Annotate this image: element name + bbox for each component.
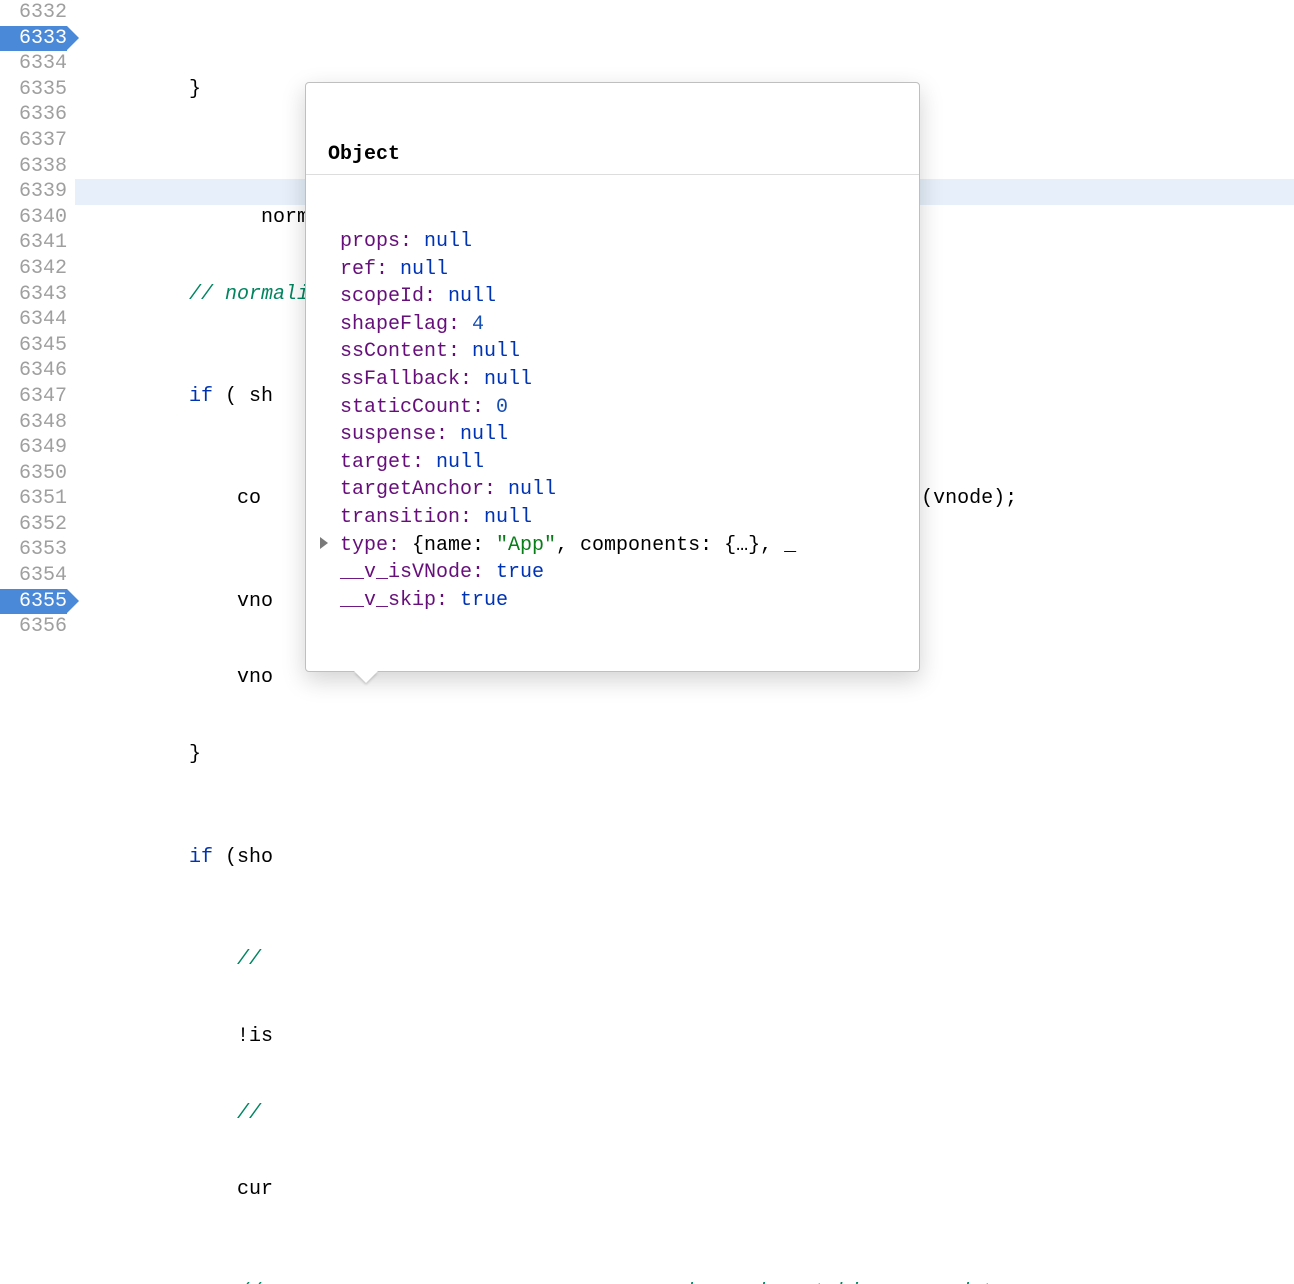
line-number[interactable]: 6349	[0, 435, 67, 461]
popup-property[interactable]: scopeId: null	[306, 283, 919, 311]
property-key: targetAnchor:	[340, 478, 508, 501]
line-number[interactable]: 6348	[0, 410, 67, 436]
code-text: vno	[93, 666, 273, 689]
code-text: !is	[93, 1025, 273, 1048]
line-number[interactable]: 6332	[0, 0, 67, 26]
property-value: 4	[472, 313, 484, 336]
popup-property[interactable]: ssFallback: null	[306, 366, 919, 394]
property-value: null	[400, 258, 448, 281]
code-editor: 6332633363346335633663376338633963406341…	[0, 0, 1294, 642]
expand-icon[interactable]	[320, 537, 328, 549]
debug-value-popup[interactable]: Object props: nullref: nullscopeId: null…	[305, 82, 920, 672]
code-line[interactable]: }	[75, 742, 1294, 768]
line-number[interactable]: 6347	[0, 384, 67, 410]
line-number[interactable]: 6350	[0, 461, 67, 487]
popup-property[interactable]: type: {name: "App", components: {…}, _	[306, 532, 919, 560]
property-value: null	[424, 230, 472, 253]
property-key: transition:	[340, 506, 484, 529]
line-number[interactable]: 6345	[0, 333, 67, 359]
line-number[interactable]: 6355	[0, 589, 67, 615]
code-line[interactable]: //	[75, 947, 1294, 973]
code-line[interactable]: cur	[75, 1177, 1294, 1203]
line-number[interactable]: 6354	[0, 563, 67, 589]
comment: //	[93, 1102, 261, 1125]
property-value: null	[484, 368, 532, 391]
property-value: null	[436, 451, 484, 474]
line-number[interactable]: 6342	[0, 256, 67, 282]
line-number[interactable]: 6352	[0, 512, 67, 538]
property-key: suspense:	[340, 423, 460, 446]
property-key: ssFallback:	[340, 368, 484, 391]
property-key: shapeFlag:	[340, 313, 472, 336]
popup-property[interactable]: staticCount: 0	[306, 394, 919, 422]
keyword: if	[93, 385, 213, 408]
code-line[interactable]: !is	[75, 1024, 1294, 1050]
code-line[interactable]: //	[75, 1101, 1294, 1127]
property-value: true	[496, 561, 544, 584]
property-key: staticCount:	[340, 396, 496, 419]
property-key: target:	[340, 451, 436, 474]
popup-property[interactable]: targetAnchor: null	[306, 476, 919, 504]
property-value: null	[508, 478, 556, 501]
line-number[interactable]: 6339	[0, 179, 67, 205]
popup-rows: props: nullref: nullscopeId: nullshapeFl…	[306, 226, 919, 614]
property-value: {name: "App", components: {…}, _	[412, 534, 796, 557]
popup-property[interactable]: target: null	[306, 449, 919, 477]
code-text: (sho	[213, 846, 273, 869]
property-value: 0	[496, 396, 508, 419]
line-number[interactable]: 6353	[0, 537, 67, 563]
popup-property[interactable]: shapeFlag: 4	[306, 311, 919, 339]
property-value: null	[472, 340, 520, 363]
line-number[interactable]: 6334	[0, 51, 67, 77]
popup-property[interactable]: transition: null	[306, 504, 919, 532]
line-number[interactable]: 6341	[0, 230, 67, 256]
property-key: props:	[340, 230, 424, 253]
line-number[interactable]: 6338	[0, 154, 67, 180]
code-text: vno	[93, 590, 273, 613]
keyword: if	[93, 846, 213, 869]
code-text: }	[93, 78, 201, 101]
comment: //	[93, 1281, 261, 1284]
code-line[interactable]: //xxxxxxxxxxxxxxxxxxxxxxxxxxxxxxxxxxxde …	[75, 1280, 1294, 1284]
code-text: cur	[93, 1178, 273, 1201]
line-number[interactable]: 6335	[0, 77, 67, 103]
code-line[interactable]: if (sho	[75, 845, 1294, 871]
property-value: null	[484, 506, 532, 529]
line-number[interactable]: 6336	[0, 102, 67, 128]
code-area[interactable]: } normalizeChildren(vnode, children); ch…	[75, 0, 1294, 642]
property-value: null	[460, 423, 508, 446]
line-number[interactable]: 6337	[0, 128, 67, 154]
property-key: __v_skip:	[340, 589, 460, 612]
comment: de needs patching on updates.	[681, 1281, 1029, 1284]
property-key: type:	[340, 534, 412, 557]
line-number[interactable]: 6346	[0, 358, 67, 384]
gutter: 6332633363346335633663376338633963406341…	[0, 0, 75, 642]
popup-property[interactable]: ssContent: null	[306, 338, 919, 366]
property-key: ssContent:	[340, 340, 472, 363]
property-value: true	[460, 589, 508, 612]
popup-property[interactable]: props: null	[306, 228, 919, 256]
line-number[interactable]: 6351	[0, 486, 67, 512]
line-number[interactable]: 6340	[0, 205, 67, 231]
popup-property[interactable]: ref: null	[306, 256, 919, 284]
popup-property[interactable]: suspense: null	[306, 421, 919, 449]
popup-property[interactable]: __v_isVNode: true	[306, 559, 919, 587]
line-number[interactable]: 6343	[0, 282, 67, 308]
property-key: scopeId:	[340, 285, 448, 308]
property-key: ref:	[340, 258, 400, 281]
code-text: ( sh	[213, 385, 273, 408]
code-text: co	[93, 487, 261, 510]
popup-property[interactable]: __v_skip: true	[306, 587, 919, 615]
line-number[interactable]: 6344	[0, 307, 67, 333]
code-text: }	[93, 743, 201, 766]
line-number[interactable]: 6333	[0, 26, 67, 52]
line-number[interactable]: 6356	[0, 614, 67, 640]
property-value: null	[448, 285, 496, 308]
comment: //	[93, 948, 261, 971]
property-key: __v_isVNode:	[340, 561, 496, 584]
popup-title: Object	[306, 138, 919, 175]
